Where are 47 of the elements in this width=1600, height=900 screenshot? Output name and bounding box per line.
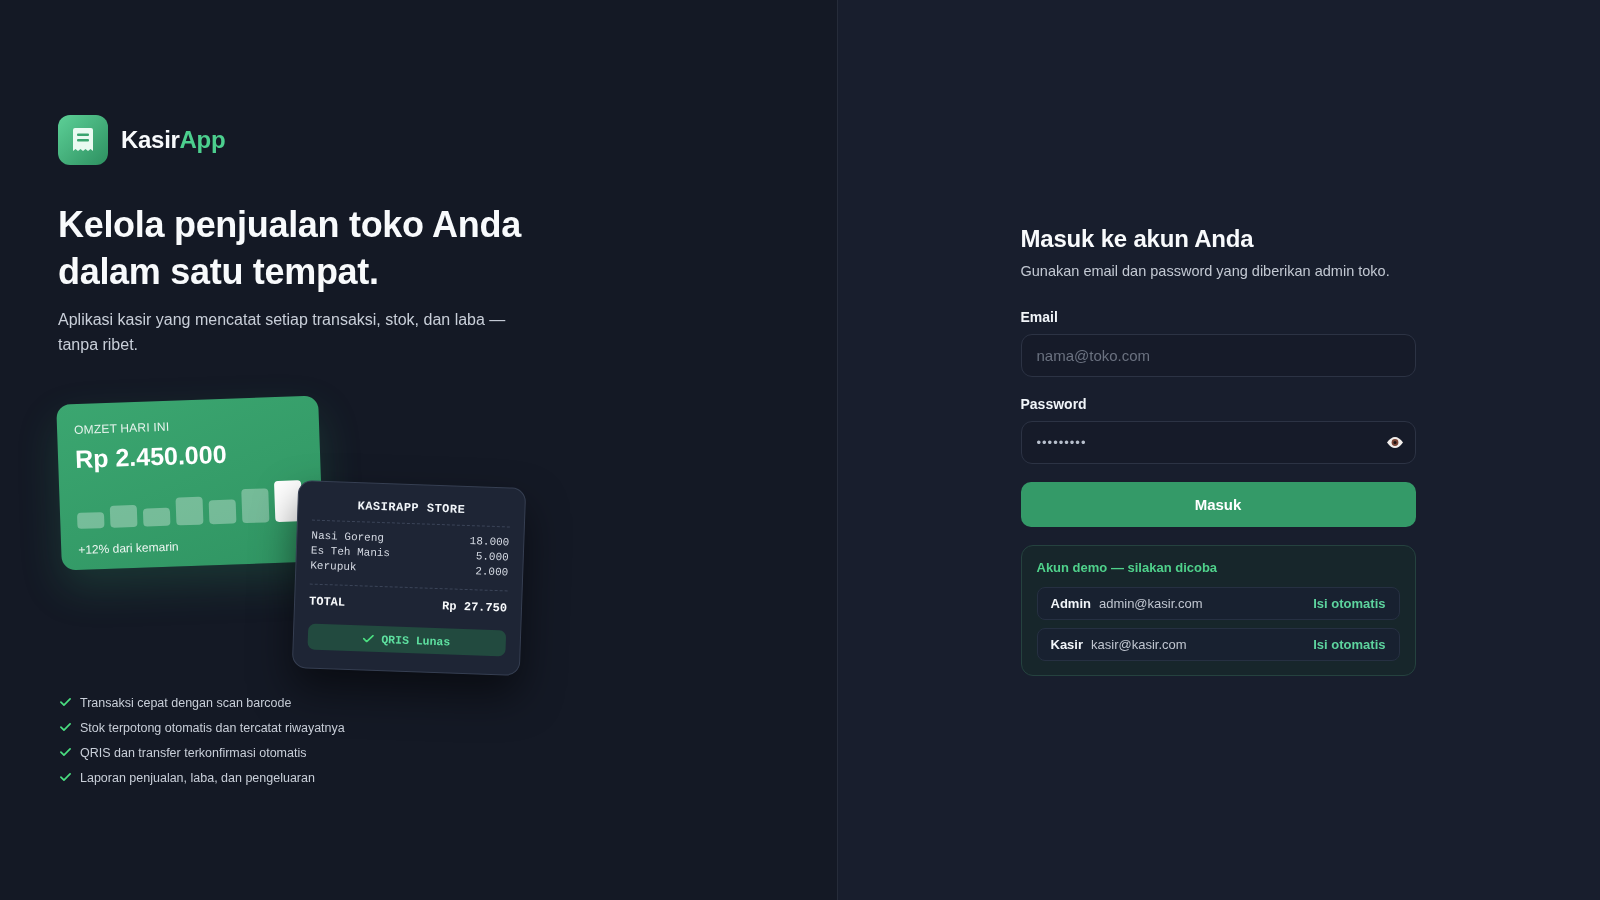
check-icon: [60, 748, 71, 757]
email-field[interactable]: nama@toko.com: [1020, 334, 1416, 377]
sales-amount: Rp 2.450.000: [74, 438, 228, 474]
sales-change: +12% dari kemarin: [78, 538, 180, 557]
login-subtitle: Gunakan email dan password yang diberikan admin toko.: [1020, 262, 1391, 281]
sales-bar: [77, 512, 105, 529]
item-name: Kerupuk: [310, 558, 357, 576]
login-button[interactable]: Masuk: [1020, 482, 1416, 527]
sales-bar: [241, 488, 270, 524]
password-field[interactable]: •••••••••: [1020, 421, 1416, 464]
sales-bar: [208, 499, 237, 525]
check-icon: [60, 698, 71, 707]
check-icon: [363, 634, 375, 643]
item-name: Nasi Goreng: [311, 528, 385, 546]
item-price: 2.000: [475, 564, 509, 581]
feature-text: Laporan penjualan, laba, dan pengeluaran: [80, 770, 315, 785]
total-amount: Rp 27.750: [441, 598, 508, 617]
app-name: KasirApp: [121, 125, 226, 155]
sales-bar: [109, 504, 138, 528]
feature-text: QRIS dan transfer terkonfirmasi otomatis: [80, 745, 307, 760]
sales-label: OMZET HARI INI: [73, 418, 171, 437]
account-role: Kasir: [1050, 637, 1084, 652]
eye-icon[interactable]: [1386, 437, 1403, 448]
hero-headline: Kelola penjualan toko Anda dalam satu tempat.: [58, 203, 523, 294]
autofill-link[interactable]: Isi otomatis: [1313, 596, 1386, 611]
item-price: 5.000: [475, 549, 509, 566]
field-label: Password: [1020, 395, 1088, 414]
receipt-logo-icon: [58, 115, 108, 165]
autofill-link[interactable]: Isi otomatis: [1313, 637, 1386, 652]
feature-text: Stok terpotong otomatis dan tercatat riwayatnya: [80, 720, 345, 735]
sales-bar: [175, 496, 204, 526]
feature-text: Transaksi cepat dengan scan barcode: [80, 695, 292, 710]
demo-panel-title: Akun demo — silakan dicoba: [1036, 559, 1219, 577]
item-name: Es Teh Manis: [310, 544, 391, 561]
login-title: Masuk ke akun Anda: [1020, 224, 1255, 254]
field-label: Email: [1020, 308, 1059, 327]
sales-bar: [142, 507, 171, 527]
item-price: 18.000: [469, 534, 510, 551]
account-email: kasir@kasir.com: [1091, 637, 1187, 652]
check-icon: [60, 723, 71, 732]
payment-status: QRIS Lunas: [381, 632, 451, 648]
check-icon: [60, 773, 71, 782]
account-email: admin@kasir.com: [1098, 596, 1203, 611]
receipt-title: KASIRAPP STORE: [356, 498, 467, 519]
account-role: Admin: [1050, 596, 1091, 611]
hero-subtitle: Aplikasi kasir yang mencatat setiap transaksi, stok, dan laba — tanpa ribet.: [58, 310, 507, 355]
total-label: TOTAL: [308, 593, 346, 611]
